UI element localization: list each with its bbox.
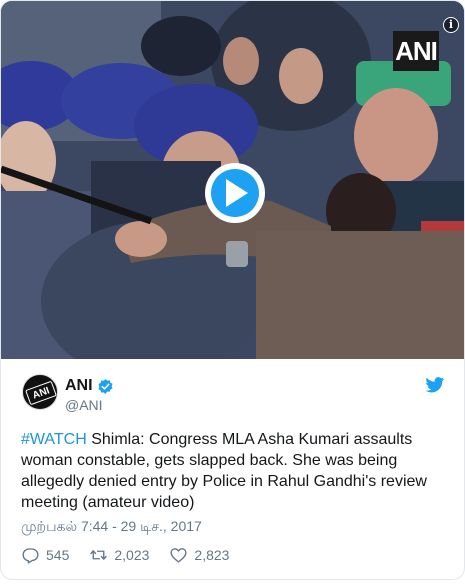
like-button[interactable]: 2,823 <box>169 546 229 564</box>
reply-button[interactable]: 545 <box>21 546 69 564</box>
play-button[interactable] <box>205 163 265 223</box>
reply-count: 545 <box>46 547 70 563</box>
retweet-count: 2,023 <box>114 547 150 563</box>
ani-watermark-logo: ANI <box>393 31 439 71</box>
info-icon[interactable]: i <box>443 17 459 33</box>
retweet-icon <box>90 550 108 560</box>
author-name-row[interactable]: ANI <box>65 376 114 396</box>
like-count: 2,823 <box>194 547 230 563</box>
reply-icon <box>22 548 39 564</box>
tweet-actions: 545 2,023 2,823 <box>21 545 249 565</box>
tweet-text: #WATCH Shimla: Congress MLA Asha Kumari … <box>21 429 446 513</box>
play-icon <box>226 179 248 207</box>
avatar[interactable]: ANI <box>22 374 58 410</box>
retweet-button[interactable]: 2,023 <box>89 546 149 564</box>
author-display-name[interactable]: ANI <box>65 377 93 395</box>
hashtag-link[interactable]: #WATCH <box>21 431 87 448</box>
tweet-timestamp[interactable]: முற்பகல் 7:44 - 29 டிச., 2017 <box>21 518 202 537</box>
avatar-logo-text: ANI <box>25 380 57 406</box>
tweet-body: ANI ANI @ANI #WATCH Shimla: Congress MLA… <box>1 359 464 579</box>
video-media[interactable]: ANI i <box>1 1 464 359</box>
embedded-tweet-card: ANI i ANI ANI @ANI #WATCH Shimla: Congre… <box>0 0 465 580</box>
twitter-bird-icon[interactable] <box>425 377 445 393</box>
author-handle[interactable]: @ANI <box>65 397 103 413</box>
heart-icon <box>170 548 187 563</box>
verified-badge-icon <box>98 378 113 394</box>
